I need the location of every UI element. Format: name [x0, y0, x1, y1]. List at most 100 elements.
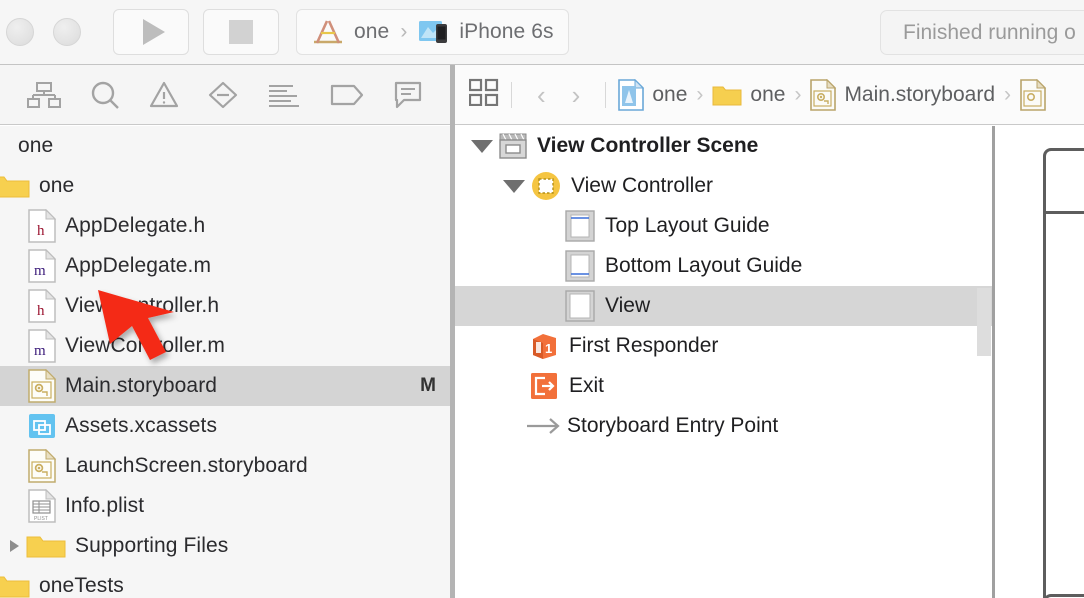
breadcrumb-item-file[interactable]: Main.storyboard	[810, 78, 995, 111]
activity-status-display: Finished running o	[880, 10, 1084, 55]
outline-row-first-responder[interactable]: 1 First Responder	[455, 326, 992, 366]
file-label: AppDelegate.m	[65, 254, 212, 277]
navigator-row-assets[interactable]: Assets.xcassets	[0, 406, 450, 446]
navigate-back-button[interactable]: ‹	[524, 82, 559, 108]
chevron-down-icon	[503, 179, 525, 193]
outline-row-entry-point[interactable]: Storyboard Entry Point	[455, 406, 992, 446]
disclosure-triangle[interactable]	[465, 139, 499, 153]
simulator-device-icon	[419, 21, 448, 43]
outline-row-scene[interactable]: View Controller Scene	[455, 126, 992, 166]
run-button[interactable]	[113, 9, 189, 55]
navigator-row-project[interactable]: one	[0, 126, 450, 166]
outline-row-exit[interactable]: Exit	[455, 366, 992, 406]
navigator-row-viewcontroller-h[interactable]: h ViewController.h	[0, 286, 450, 326]
xcode-scheme-icon	[314, 20, 342, 44]
storyboard-icon	[1020, 78, 1047, 111]
navigator-editor-divider[interactable]	[450, 65, 455, 598]
traffic-light-controls	[6, 18, 81, 46]
close-window-button[interactable]	[6, 18, 34, 46]
test-navigator-icon[interactable]	[208, 81, 238, 109]
svg-text:h: h	[37, 303, 45, 319]
entry-point-arrow-icon	[525, 413, 563, 439]
storyboard-icon	[28, 369, 56, 403]
svg-text:PLIST: PLIST	[34, 516, 48, 522]
breadcrumb-item-scene[interactable]	[1020, 78, 1047, 111]
navigator-row-info-plist[interactable]: PLIST Info.plist	[0, 486, 450, 526]
breadcrumb-label: one	[652, 82, 688, 106]
report-navigator-icon[interactable]	[393, 81, 423, 109]
view-controller-icon	[531, 171, 561, 201]
navigator-row-onetests[interactable]: oneTests	[0, 566, 450, 598]
outline-row-bottom-layout-guide[interactable]: Bottom Layout Guide	[455, 246, 992, 286]
document-outline-panel[interactable]: View Controller Scene View Controller To…	[455, 126, 992, 598]
minimize-window-button[interactable]	[53, 18, 81, 46]
exit-icon	[529, 372, 559, 400]
folder-icon	[26, 533, 66, 559]
scheme-separator-chevron: ›	[400, 20, 408, 43]
header-file-icon: h	[28, 289, 56, 323]
source-file-icon: m	[28, 329, 56, 363]
scene-icon	[499, 133, 527, 159]
interface-builder-canvas[interactable]	[995, 126, 1084, 598]
file-label: oneTests	[39, 574, 124, 597]
find-navigator-icon[interactable]	[90, 80, 120, 110]
first-responder-icon: 1	[529, 331, 559, 361]
outline-label: View Controller	[571, 174, 714, 197]
jump-bar-divider-1	[511, 81, 512, 108]
outline-row-view[interactable]: View	[455, 286, 992, 326]
editor-jump-bar: ‹ › one › one › Main.storyboard ›	[455, 65, 1084, 125]
disclosure-triangle[interactable]	[497, 179, 531, 193]
related-items-icon[interactable]	[468, 78, 499, 111]
project-icon	[618, 78, 645, 111]
destination-name-label: iPhone 6s	[459, 20, 554, 43]
debug-navigator-icon[interactable]	[267, 82, 301, 108]
disclosure-triangle[interactable]	[4, 540, 24, 552]
view-controller-canvas[interactable]	[1043, 148, 1084, 598]
navigator-row-viewcontroller-m[interactable]: m ViewController.m	[0, 326, 450, 366]
stop-button[interactable]	[203, 9, 279, 55]
plist-icon: PLIST	[28, 489, 56, 523]
breakpoint-navigator-icon[interactable]	[330, 83, 364, 107]
status-badge: M	[420, 375, 436, 396]
view-controller-canvas-lower[interactable]	[1043, 594, 1084, 598]
project-navigator-panel[interactable]: one one h AppDelegate.h m AppDelegate.m …	[0, 126, 450, 598]
chevron-right-icon	[9, 540, 19, 552]
navigate-forward-button[interactable]: ›	[559, 82, 594, 108]
outline-row-top-layout-guide[interactable]: Top Layout Guide	[455, 206, 992, 246]
storyboard-icon	[28, 449, 56, 483]
chevron-down-icon	[471, 139, 493, 153]
issue-navigator-icon[interactable]	[149, 81, 179, 109]
breadcrumb-chevron-2: ›	[794, 82, 802, 106]
scheme-destination-selector[interactable]: one › iPhone 6s	[296, 9, 569, 55]
xcode-window: one › iPhone 6s Finished running o ‹ › o…	[0, 0, 1084, 598]
navigator-row-main-storyboard[interactable]: Main.storyboard M	[0, 366, 450, 406]
breadcrumb-item-group[interactable]: one	[712, 83, 785, 107]
svg-text:1: 1	[545, 341, 552, 356]
navigator-row-supporting-files[interactable]: Supporting Files	[0, 526, 450, 566]
navigator-row-appdelegate-m[interactable]: m AppDelegate.m	[0, 246, 450, 286]
file-label: Main.storyboard	[65, 374, 218, 397]
project-navigator-icon[interactable]	[26, 81, 61, 109]
navigator-row-appdelegate-h[interactable]: h AppDelegate.h	[0, 206, 450, 246]
status-bar-guide-line	[1046, 211, 1084, 214]
file-label: ViewController.h	[65, 294, 220, 317]
header-file-icon: h	[28, 209, 56, 243]
breadcrumb-chevron-1: ›	[696, 82, 704, 106]
outline-label: Exit	[569, 374, 605, 397]
outline-scrollbar-thumb[interactable]	[977, 288, 991, 356]
outline-row-view-controller[interactable]: View Controller	[455, 166, 992, 206]
svg-text:h: h	[37, 223, 45, 239]
navigator-row-launchscreen[interactable]: LaunchScreen.storyboard	[0, 446, 450, 486]
breadcrumb-label: one	[750, 82, 786, 106]
svg-text:m: m	[34, 343, 46, 359]
source-file-icon: m	[28, 249, 56, 283]
navigator-row-group-one[interactable]: one	[0, 166, 450, 206]
folder-icon	[712, 86, 742, 105]
file-label: LaunchScreen.storyboard	[65, 454, 308, 477]
outline-label: Bottom Layout Guide	[605, 254, 803, 277]
outline-label: Storyboard Entry Point	[567, 414, 779, 437]
jump-bar-divider-2	[605, 81, 607, 108]
svg-text:m: m	[34, 263, 46, 279]
window-toolbar: one › iPhone 6s Finished running o	[0, 0, 1084, 65]
breadcrumb-item-project[interactable]: one	[618, 78, 688, 111]
